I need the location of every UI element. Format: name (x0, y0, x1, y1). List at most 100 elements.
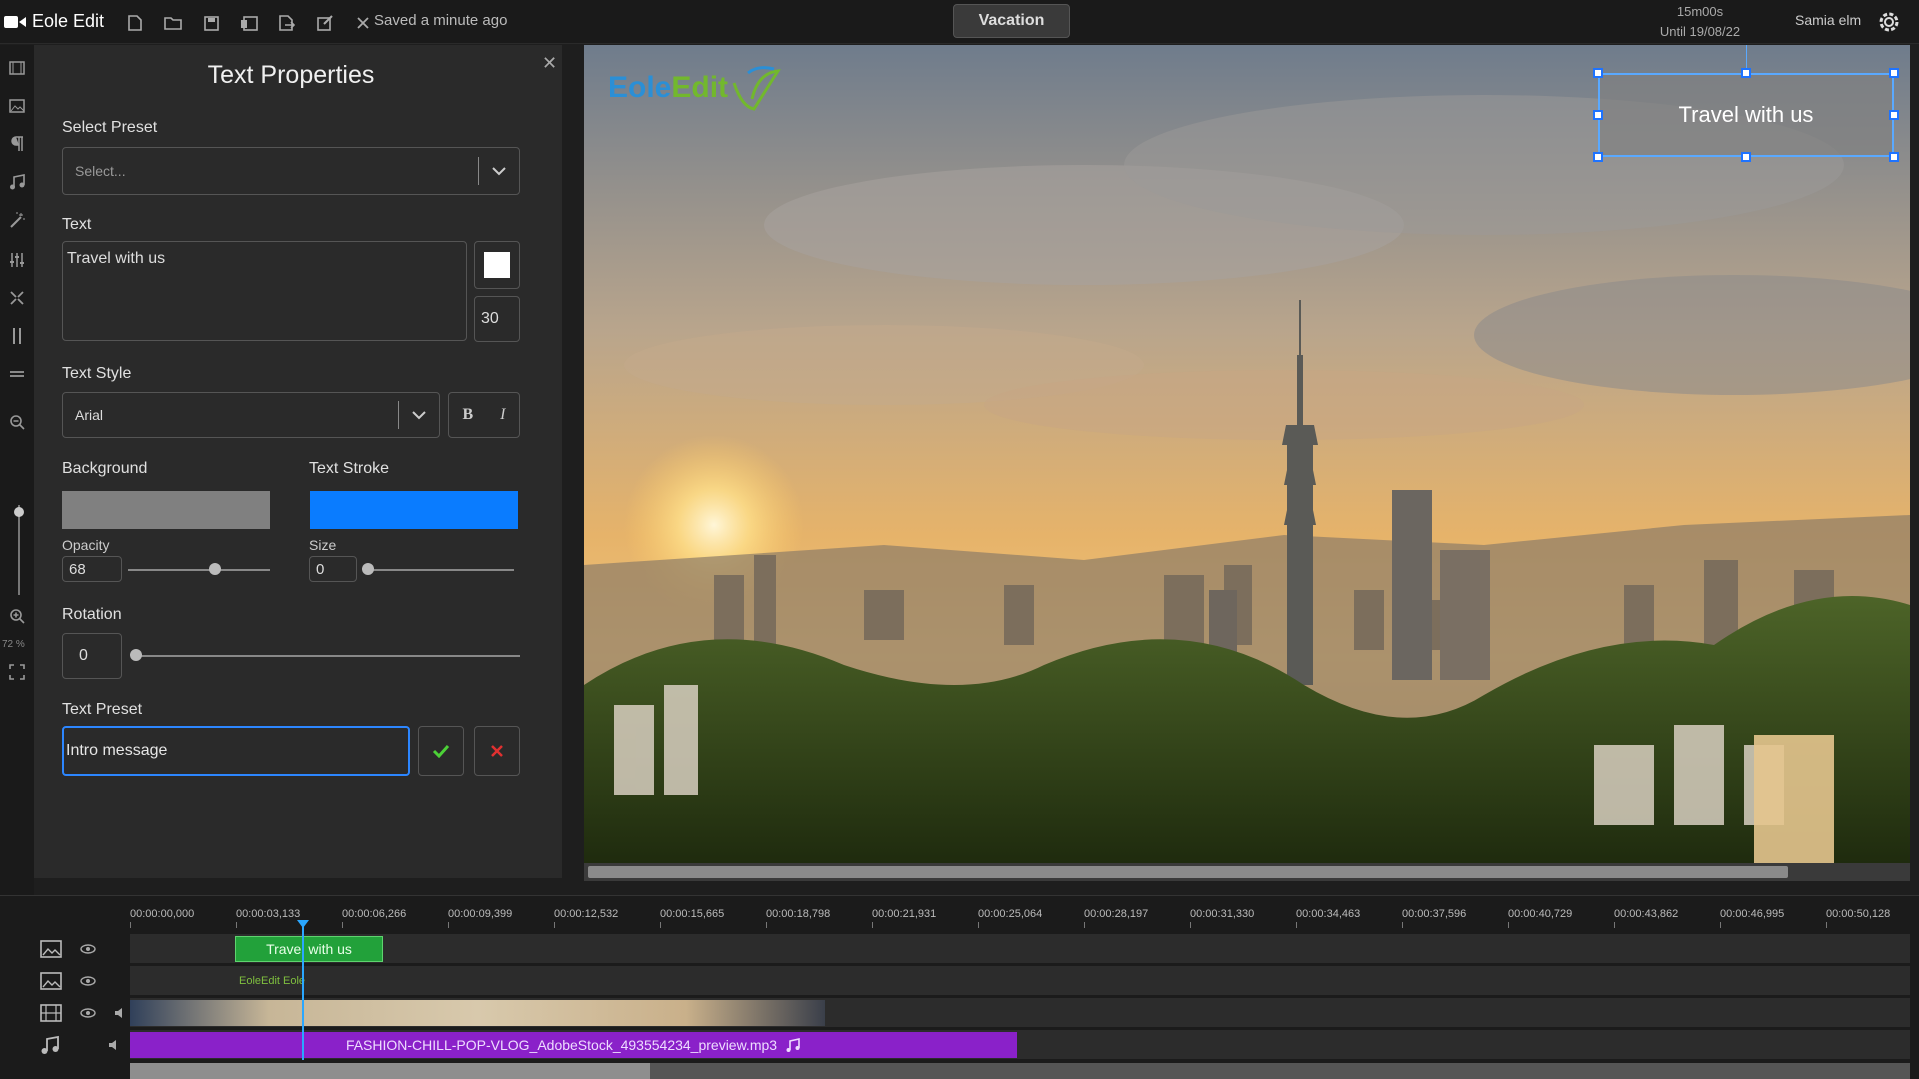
music-icon[interactable] (6, 171, 28, 193)
timeline-scrollbar-thumb[interactable] (130, 1063, 650, 1079)
text-color-button[interactable] (474, 241, 520, 289)
ruler-tick (236, 922, 237, 928)
resize-handle-bottom-right[interactable] (1889, 152, 1899, 162)
font-family-dropdown[interactable]: Arial (62, 392, 440, 438)
save-as-icon[interactable] (238, 12, 260, 34)
gear-icon[interactable] (1876, 9, 1902, 35)
text-clip[interactable]: Travel with us (235, 936, 383, 962)
video-clip[interactable] (130, 1000, 825, 1026)
track-header-text (40, 934, 130, 964)
opacity-slider-knob[interactable] (209, 563, 221, 575)
save-status: Saved a minute ago (374, 12, 508, 29)
fullscreen-icon[interactable] (6, 661, 28, 683)
scrollbar-thumb[interactable] (588, 866, 1788, 878)
resize-handle-top-right[interactable] (1889, 68, 1899, 78)
rotation-label: Rotation (62, 606, 122, 623)
image-icon (40, 972, 62, 990)
new-file-icon[interactable] (124, 12, 146, 34)
logo-clip[interactable]: EoleEdit Eole (235, 968, 355, 994)
resize-handle-top-left[interactable] (1593, 68, 1603, 78)
stroke-size-slider-knob[interactable] (362, 563, 374, 575)
ruler-tick-label: 00:00:25,064 (978, 908, 1043, 920)
timeline-track-text[interactable]: Travel with us (130, 934, 1910, 964)
ruler-tick-label: 00:00:31,330 (1190, 908, 1255, 920)
stroke-size-input[interactable]: 0 (309, 556, 357, 582)
resize-handle-left[interactable] (1593, 110, 1603, 120)
chevron-down-icon[interactable] (479, 166, 519, 176)
ruler-tick-label: 00:00:09,399 (448, 908, 513, 920)
zoom-in-icon[interactable] (6, 605, 28, 627)
quota-info: 15m00s Until 19/08/22 (1640, 2, 1760, 42)
font-size-input[interactable]: 30 (474, 296, 520, 342)
equalizer-icon[interactable] (6, 249, 28, 271)
confirm-preset-button[interactable] (418, 726, 464, 776)
eoleedit-logo: Eole Edit (608, 63, 784, 113)
italic-button[interactable]: I (500, 406, 505, 424)
cancel-preset-button[interactable] (474, 726, 520, 776)
playhead[interactable] (302, 920, 304, 1060)
eye-icon[interactable] (80, 976, 96, 986)
ruler-tick-label: 00:00:18,798 (766, 908, 831, 920)
ruler-tick (1296, 922, 1297, 928)
ruler-tick (1614, 922, 1615, 928)
bold-button[interactable]: B (463, 406, 474, 424)
split-icon[interactable] (6, 325, 28, 347)
ruler-tick (766, 922, 767, 928)
close-icon[interactable]: ✕ (542, 53, 557, 74)
edit-icon[interactable] (314, 12, 336, 34)
background-label: Background (62, 460, 148, 477)
ruler-tick-label: 00:00:40,729 (1508, 908, 1573, 920)
save-icon[interactable] (200, 12, 222, 34)
text-content-input[interactable]: Travel with us (62, 241, 467, 341)
text-color-swatch (484, 252, 510, 278)
audio-clip[interactable]: FASHION-CHILL-POP-VLOG_AdobeStock_493554… (130, 1032, 1017, 1058)
user-name[interactable]: Samia elm (1795, 12, 1861, 28)
magic-wand-icon[interactable] (6, 209, 28, 231)
speaker-icon[interactable] (108, 1039, 120, 1051)
rotation-slider-track[interactable] (134, 655, 520, 657)
stroke-color-swatch[interactable] (310, 491, 518, 529)
video-preview[interactable]: Eole Edit Travel with us (584, 45, 1910, 863)
resize-handle-right[interactable] (1889, 110, 1899, 120)
text-overlay-box[interactable]: Travel with us (1598, 73, 1894, 157)
text-icon[interactable] (6, 133, 28, 155)
logo-text-edit: Edit (671, 71, 729, 104)
media-icon[interactable] (6, 57, 28, 79)
speaker-icon[interactable] (114, 1007, 126, 1019)
timeline-track-audio[interactable]: FASHION-CHILL-POP-VLOG_AdobeStock_493554… (130, 1030, 1910, 1060)
eye-icon[interactable] (80, 944, 96, 954)
timeline-ruler[interactable]: 00:00:00,000 00:00:03,133 00:00:06,266 00:0… (130, 896, 1910, 928)
zoom-slider-knob[interactable] (14, 507, 24, 517)
preview-horizontal-scrollbar[interactable] (584, 863, 1910, 881)
export-icon[interactable] (276, 12, 298, 34)
ruler-tick-label: 00:00:15,665 (660, 908, 725, 920)
chevron-down-icon[interactable] (399, 410, 439, 420)
resize-handle-bottom-left[interactable] (1593, 152, 1603, 162)
project-name-button[interactable]: Vacation (953, 4, 1070, 38)
stroke-size-slider-track[interactable] (364, 569, 514, 571)
align-icon[interactable] (6, 363, 28, 385)
rotation-slider-knob[interactable] (130, 649, 142, 661)
text-preset-name-input[interactable]: Intro message (62, 726, 410, 776)
opacity-slider-track[interactable] (128, 569, 270, 571)
timeline-track-video[interactable] (130, 998, 1910, 1028)
select-preset-placeholder: Select... (75, 163, 126, 179)
image-icon[interactable] (6, 95, 28, 117)
resize-handle-bottom[interactable] (1741, 152, 1751, 162)
font-style-group: B I (448, 392, 520, 438)
background-color-swatch[interactable] (62, 491, 270, 529)
playhead-marker[interactable] (297, 920, 309, 928)
select-preset-dropdown[interactable]: Select... (62, 147, 520, 195)
close-icon[interactable] (352, 12, 374, 34)
zoom-slider-track[interactable] (18, 505, 20, 595)
opacity-input[interactable]: 68 (62, 556, 122, 582)
timeline-horizontal-scrollbar[interactable] (130, 1063, 1910, 1079)
rotation-input[interactable]: 0 (62, 633, 122, 679)
resize-handle-top[interactable] (1741, 68, 1751, 78)
timeline-track-image[interactable]: EoleEdit Eole (130, 966, 1910, 996)
zoom-out-icon[interactable] (6, 411, 28, 433)
eye-icon[interactable] (80, 1008, 96, 1018)
ruler-tick (872, 922, 873, 928)
open-folder-icon[interactable] (162, 12, 184, 34)
transition-icon[interactable] (6, 287, 28, 309)
